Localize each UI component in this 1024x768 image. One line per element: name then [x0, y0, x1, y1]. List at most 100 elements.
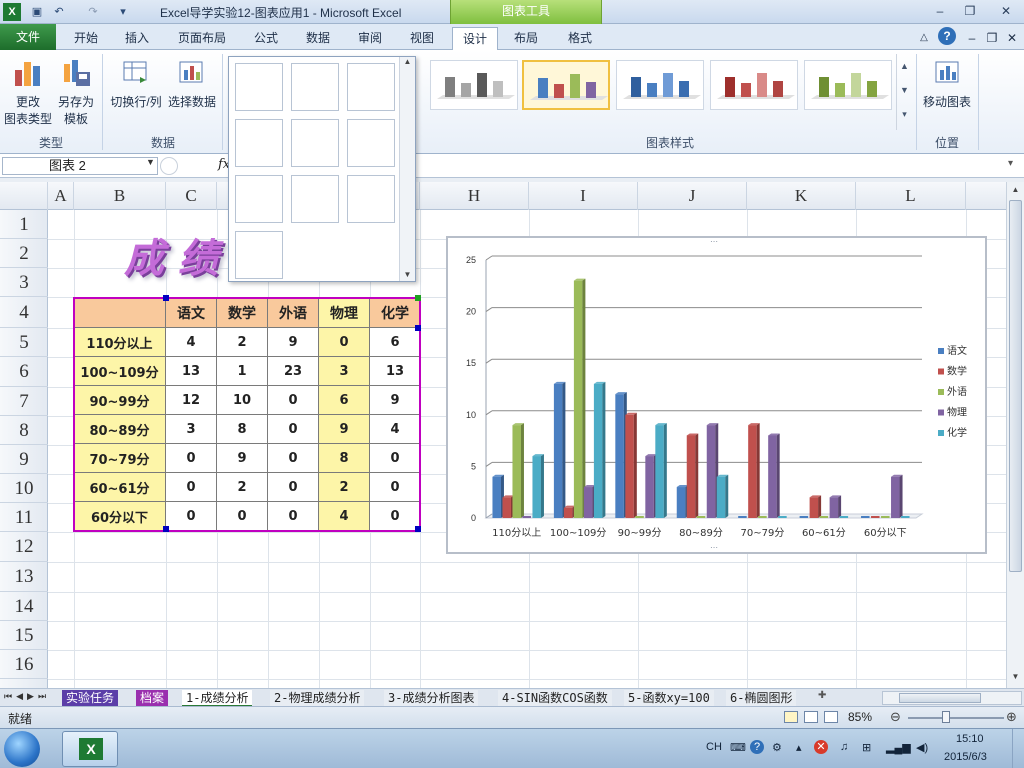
doc-minimize-icon[interactable]: – — [964, 27, 980, 50]
layout-option-2[interactable] — [291, 63, 339, 111]
select-data-button[interactable]: 选择数据 — [166, 54, 218, 114]
media-icon[interactable]: ♫ — [840, 741, 848, 753]
tray-expand-icon[interactable]: ▴ — [796, 741, 802, 754]
col-header-k[interactable]: K — [747, 182, 856, 210]
layout-option-9[interactable] — [347, 175, 395, 223]
table-cell[interactable]: 8 — [216, 414, 268, 444]
tray-settings-icon[interactable]: ⚙ — [772, 741, 782, 754]
tab-data[interactable]: 数据 — [298, 27, 338, 50]
table-row-label[interactable]: 60~61分 — [73, 472, 166, 502]
tab-file[interactable]: 文件 — [0, 24, 56, 50]
zoom-out-icon[interactable]: ⊖ — [890, 709, 901, 725]
table-row-label[interactable]: 70~79分 — [73, 443, 166, 473]
clock-date[interactable]: 2015/6/3 — [944, 751, 987, 763]
tab-view[interactable]: 视图 — [402, 27, 442, 50]
tab-review[interactable]: 审阅 — [350, 27, 390, 50]
row-header-1[interactable]: 1 — [0, 210, 48, 239]
tab-format[interactable]: 格式 — [560, 27, 600, 50]
vertical-scroll-thumb[interactable] — [1009, 200, 1022, 572]
col-header-l[interactable]: L — [856, 182, 966, 210]
layout-option-10[interactable] — [235, 231, 283, 279]
table-cell[interactable]: 0 — [216, 501, 268, 531]
table-cell[interactable]: 9 — [216, 443, 268, 473]
expand-formula-bar-icon[interactable]: ▾ — [1008, 158, 1013, 169]
table-row-label[interactable]: 100~109分 — [73, 356, 166, 386]
table-row-label[interactable]: 60分以下 — [73, 501, 166, 531]
tab-home[interactable]: 开始 — [64, 27, 108, 50]
table-cell[interactable]: 9 — [369, 385, 421, 415]
table-cell[interactable]: 4 — [165, 327, 217, 357]
table-header-cell[interactable]: 化学 — [369, 297, 421, 328]
table-header-cell[interactable]: 物理 — [318, 297, 370, 328]
sheet-tab-1[interactable]: 实验任务 — [62, 690, 119, 707]
col-header-h[interactable]: H — [420, 182, 529, 210]
zoom-in-icon[interactable]: ⊕ — [1006, 709, 1017, 725]
change-chart-type-button[interactable]: 更改 图表类型 — [4, 54, 52, 130]
table-cell[interactable]: 0 — [369, 501, 421, 531]
page-break-view-icon[interactable] — [824, 711, 838, 723]
sheet-tab-7[interactable]: 5-函数xy=100 — [624, 690, 714, 707]
layout-option-4[interactable] — [235, 119, 283, 167]
vertical-scrollbar[interactable]: ▲ ▼ — [1006, 182, 1024, 688]
chart-style-gray[interactable] — [430, 60, 518, 110]
table-header-cell[interactable]: 数学 — [216, 297, 268, 328]
page-layout-view-icon[interactable] — [804, 711, 818, 723]
layout-option-1[interactable] — [235, 63, 283, 111]
customize-toolbar-icon[interactable]: ▾ — [114, 3, 132, 21]
scroll-down-icon[interactable]: ▼ — [400, 270, 415, 279]
table-row-label[interactable]: 80~89分 — [73, 414, 166, 444]
name-box[interactable]: 图表 2 — [2, 157, 158, 175]
table-cell[interactable]: 12 — [165, 385, 217, 415]
sheet-title-art[interactable]: 成绩 — [124, 226, 232, 284]
col-header-a[interactable]: A — [48, 182, 74, 210]
select-all-corner[interactable] — [0, 182, 48, 210]
sheet-tab-5[interactable]: 3-成绩分析图表 — [384, 690, 479, 707]
table-cell[interactable]: 9 — [318, 414, 370, 444]
row-header-7[interactable]: 7 — [0, 387, 48, 416]
row-header-14[interactable]: 14 — [0, 592, 48, 621]
zoom-level[interactable]: 85% — [848, 710, 872, 724]
table-row-label[interactable]: 90~99分 — [73, 385, 166, 415]
table-cell[interactable]: 0 — [165, 443, 217, 473]
table-cell[interactable]: 0 — [165, 501, 217, 531]
sheet-tab-8[interactable]: 6-椭圆图形 — [726, 690, 797, 707]
table-cell[interactable]: 2 — [318, 472, 370, 502]
tab-formulas[interactable]: 公式 — [246, 27, 286, 50]
minimize-icon[interactable]: – — [926, 2, 954, 20]
taskbar-excel-button[interactable]: X — [62, 731, 118, 767]
styles-scroll[interactable]: ▲ ▼ ▾ — [896, 54, 912, 130]
table-cell[interactable]: 8 — [318, 443, 370, 473]
table-cell[interactable]: 13 — [165, 356, 217, 386]
switch-row-column-button[interactable]: 切换行/列 — [108, 54, 164, 114]
table-corner-cell[interactable] — [73, 297, 166, 328]
normal-view-icon[interactable] — [784, 711, 798, 723]
row-header-2[interactable]: 2 — [0, 239, 48, 268]
table-cell[interactable]: 0 — [267, 414, 319, 444]
table-cell[interactable]: 6 — [318, 385, 370, 415]
layout-option-6[interactable] — [347, 119, 395, 167]
table-cell[interactable]: 0 — [267, 472, 319, 502]
row-header-4[interactable]: 4 — [0, 297, 48, 328]
move-chart-button[interactable]: 移动图表 — [920, 54, 974, 114]
sheet-tab-4[interactable]: 2-物理成绩分析 — [270, 690, 365, 707]
row-header-3[interactable]: 3 — [0, 268, 48, 297]
restore-icon[interactable]: ❐ — [956, 2, 984, 20]
horizontal-scroll-thumb[interactable] — [899, 693, 981, 703]
row-header-10[interactable]: 10 — [0, 474, 48, 503]
col-header-j[interactable]: J — [638, 182, 747, 210]
scroll-down-icon[interactable]: ▼ — [1007, 672, 1024, 681]
network-signal-icon[interactable]: ▂▄▆ — [886, 741, 911, 754]
layout-option-8[interactable] — [291, 175, 339, 223]
table-cell[interactable]: 0 — [369, 472, 421, 502]
table-cell[interactable]: 0 — [267, 385, 319, 415]
clock-time[interactable]: 15:10 — [956, 733, 984, 745]
help-tray-icon[interactable]: ? — [750, 740, 764, 754]
table-cell[interactable]: 0 — [369, 443, 421, 473]
table-cell[interactable]: 0 — [267, 443, 319, 473]
layout-dropdown-scrollbar[interactable]: ▲ ▼ — [399, 57, 415, 281]
input-language[interactable]: CH — [706, 741, 722, 753]
table-cell[interactable]: 1 — [216, 356, 268, 386]
show-desktop-button[interactable] — [1012, 729, 1024, 768]
close-icon[interactable]: ✕ — [990, 2, 1022, 20]
chart-style-red[interactable] — [710, 60, 798, 110]
